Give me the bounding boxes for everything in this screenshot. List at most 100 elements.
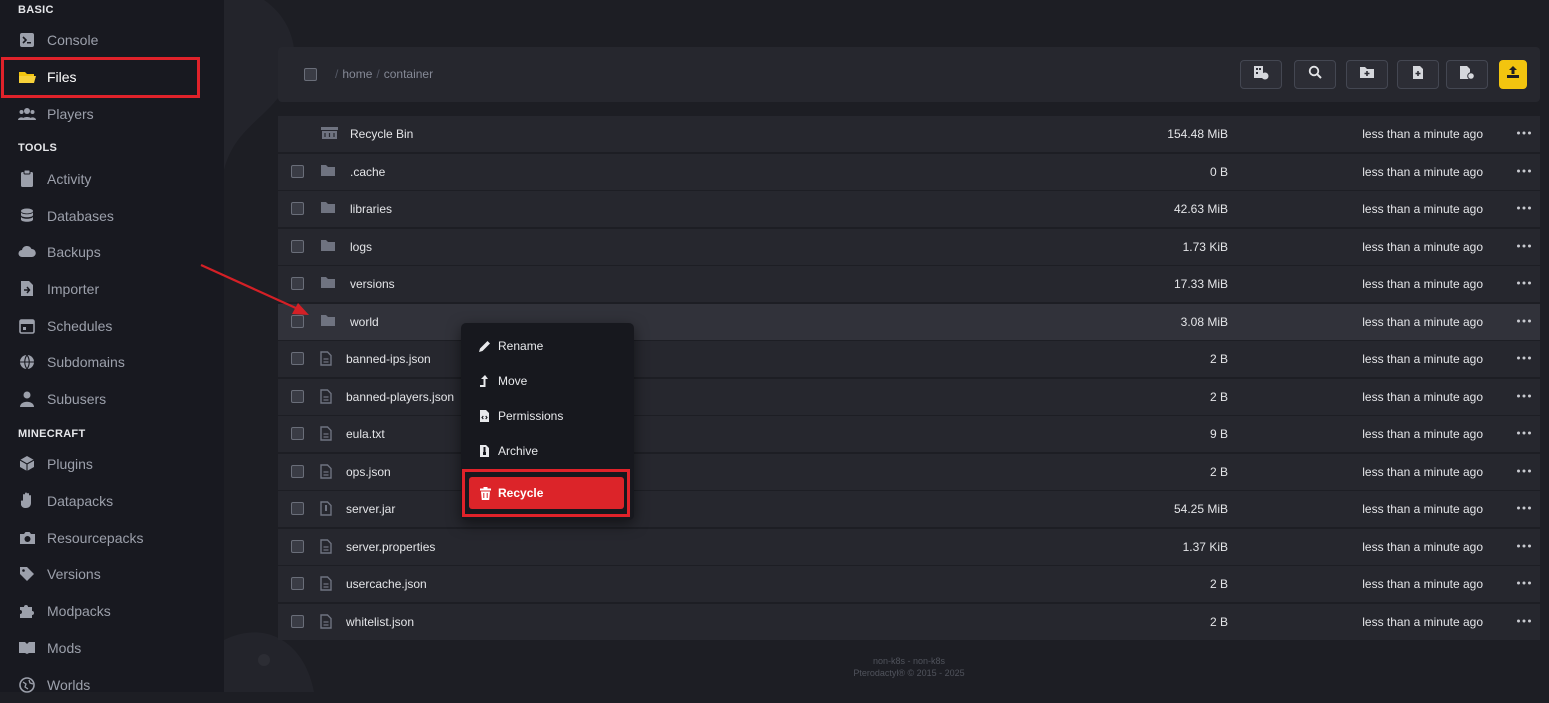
file-name[interactable]: banned-players.json: [346, 390, 454, 404]
file-size: 1.73 KiB: [1182, 239, 1228, 254]
users-icon: [18, 105, 36, 123]
sidebar-item-subusers[interactable]: Subusers: [0, 380, 224, 417]
row-checkbox[interactable]: [291, 577, 304, 590]
file-modified: less than a minute ago: [1362, 239, 1483, 254]
sidebar-item-console[interactable]: Console: [0, 21, 224, 58]
row-checkbox[interactable]: [291, 502, 304, 515]
more-options-icon[interactable]: [1516, 313, 1532, 329]
table-row[interactable]: whitelist.json 2 B less than a minute ag…: [278, 603, 1540, 640]
clipboard-icon: [18, 170, 36, 188]
file-name[interactable]: whitelist.json: [346, 615, 414, 629]
table-row[interactable]: Recycle Bin 154.48 MiB less than a minut…: [278, 116, 1540, 152]
more-options-icon[interactable]: [1516, 538, 1532, 554]
more-options-icon[interactable]: [1516, 613, 1532, 629]
server-folder-button[interactable]: [1240, 60, 1282, 89]
file-modified: less than a minute ago: [1362, 464, 1483, 479]
row-checkbox[interactable]: [291, 464, 304, 478]
breadcrumb-home[interactable]: home: [342, 67, 372, 81]
file-modified: less than a minute ago: [1362, 277, 1483, 291]
search-button[interactable]: [1294, 60, 1336, 89]
more-options-icon[interactable]: [1516, 275, 1532, 291]
sidebar-item-subdomains[interactable]: Subdomains: [0, 343, 224, 380]
table-row[interactable]: versions 17.33 MiB less than a minute ag…: [278, 266, 1540, 302]
row-checkbox[interactable]: [291, 427, 304, 440]
recycle-highlight-box: [462, 469, 630, 517]
table-row[interactable]: libraries 42.63 MiB less than a minute a…: [278, 191, 1540, 227]
sidebar-item-resourcepacks[interactable]: Resourcepacks: [0, 519, 224, 556]
row-checkbox[interactable]: [291, 202, 304, 215]
more-options-icon[interactable]: [1516, 125, 1532, 141]
file-name[interactable]: eula.txt: [346, 427, 385, 441]
file-name[interactable]: Recycle Bin: [350, 127, 413, 141]
upload-button[interactable]: [1499, 60, 1527, 89]
file-name[interactable]: .cache: [350, 165, 385, 179]
table-row[interactable]: server.properties 1.37 KiB less than a m…: [278, 528, 1540, 565]
file-name[interactable]: logs: [350, 240, 372, 254]
sidebar-item-backups[interactable]: Backups: [0, 233, 224, 270]
server-folder-icon: [1253, 64, 1269, 85]
more-options-icon[interactable]: [1516, 238, 1532, 254]
table-row[interactable]: usercache.json 2 B less than a minute ag…: [278, 566, 1540, 602]
file-name[interactable]: server.properties: [346, 540, 435, 554]
sidebar-item-players[interactable]: Players: [0, 95, 224, 132]
row-checkbox[interactable]: [291, 239, 304, 253]
menu-item-rename[interactable]: Rename: [477, 336, 543, 356]
more-options-icon[interactable]: [1516, 200, 1532, 216]
more-options-icon[interactable]: [1516, 388, 1532, 404]
row-checkbox[interactable]: [291, 314, 304, 328]
sidebar-item-plugins[interactable]: Plugins: [0, 445, 224, 482]
sidebar-item-label: Importer: [47, 280, 100, 297]
more-options-icon[interactable]: [1516, 575, 1532, 591]
file-modified: less than a minute ago: [1362, 352, 1483, 366]
row-checkbox[interactable]: [291, 539, 304, 553]
file-name[interactable]: server.jar: [346, 502, 395, 516]
level-up-icon: [477, 374, 491, 388]
row-checkbox[interactable]: [291, 614, 304, 628]
file-name[interactable]: libraries: [350, 202, 392, 216]
new-folder-button[interactable]: [1346, 60, 1388, 89]
file-name[interactable]: world: [350, 315, 379, 329]
file-name[interactable]: ops.json: [346, 465, 391, 479]
row-checkbox[interactable]: [291, 277, 304, 290]
table-row[interactable]: logs 1.73 KiB less than a minute ago: [278, 228, 1540, 265]
section-basic: BASIC: [18, 4, 54, 16]
sidebar-item-activity[interactable]: Activity: [0, 160, 224, 197]
file-name[interactable]: versions: [350, 277, 395, 291]
more-options-icon[interactable]: [1516, 463, 1532, 479]
more-options-icon[interactable]: [1516, 163, 1532, 179]
pencil-icon: [477, 339, 491, 353]
sidebar-item-datapacks[interactable]: Datapacks: [0, 482, 224, 519]
new-file-button[interactable]: [1397, 60, 1439, 89]
file-size: 2 B: [1209, 614, 1228, 629]
more-options-icon[interactable]: [1516, 500, 1532, 516]
table-row[interactable]: .cache 0 B less than a minute ago: [278, 153, 1540, 190]
file-settings-button[interactable]: [1446, 60, 1488, 89]
menu-item-move[interactable]: Move: [477, 371, 527, 391]
file-name[interactable]: banned-ips.json: [346, 352, 431, 366]
sidebar-item-worlds[interactable]: Worlds: [0, 666, 224, 703]
trash-bin-icon: [321, 127, 338, 143]
sidebar-item-importer[interactable]: Importer: [0, 270, 224, 307]
search-icon: [1308, 65, 1322, 84]
row-checkbox[interactable]: [291, 164, 304, 178]
file-size: 17.33 MiB: [1173, 277, 1228, 291]
sidebar-item-modpacks[interactable]: Modpacks: [0, 592, 224, 629]
sidebar-item-mods[interactable]: Mods: [0, 629, 224, 666]
sidebar-item-versions[interactable]: Versions: [0, 555, 224, 592]
row-checkbox[interactable]: [291, 389, 304, 403]
sidebar-item-label: Activity: [47, 170, 92, 187]
breadcrumb-container[interactable]: container: [384, 67, 433, 81]
file-name[interactable]: usercache.json: [346, 577, 427, 591]
row-checkbox[interactable]: [291, 352, 304, 365]
menu-item-label: Move: [498, 374, 528, 388]
more-options-icon[interactable]: [1516, 350, 1532, 366]
menu-item-permissions[interactable]: Permissions: [477, 406, 563, 426]
more-options-icon[interactable]: [1516, 425, 1532, 441]
globe-icon: [18, 353, 36, 371]
select-all-checkbox[interactable]: [304, 68, 317, 81]
sidebar-item-label: Datapacks: [47, 492, 114, 509]
sidebar-item-schedules[interactable]: Schedules: [0, 307, 224, 344]
menu-item-archive[interactable]: Archive: [477, 441, 538, 461]
sidebar-item-databases[interactable]: Databases: [0, 197, 224, 234]
breadcrumb: / home / container: [335, 67, 434, 81]
